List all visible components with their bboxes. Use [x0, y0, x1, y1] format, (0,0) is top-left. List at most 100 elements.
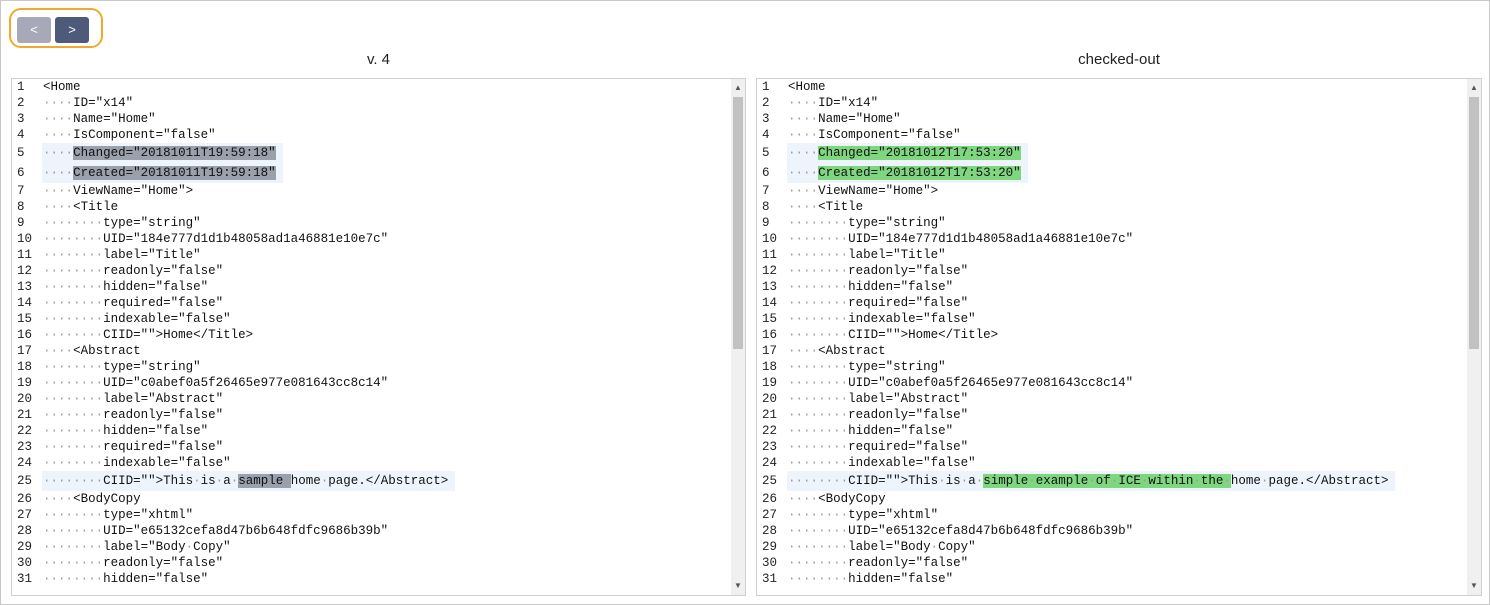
- left-code-area[interactable]: 1 <Home 2 ····ID="x14" 3 ····Name="Home" 4 ····…: [12, 79, 731, 595]
- line-number: 7: [17, 184, 25, 198]
- line-text: ········CIID="">Home</Title>: [43, 328, 254, 342]
- code-line: 16 ········CIID="">Home</Title>: [12, 327, 731, 343]
- line-text: ····<Title: [43, 200, 119, 214]
- code-line: 20 ········label="Abstract": [757, 391, 1467, 407]
- line-text: ····<Title: [788, 200, 864, 214]
- line-text: ········readonly="false": [43, 264, 224, 278]
- line-text: ········CIID="">This·is·a·sample·home·pa…: [43, 471, 448, 491]
- line-text: ········hidden="false": [43, 424, 209, 438]
- code-line: 13 ········hidden="false": [12, 279, 731, 295]
- diff-text: home·page.</Abstract>: [290, 474, 449, 488]
- right-code-area[interactable]: 1 <Home 2 ····ID="x14" 3 ····Name="Home" 4 ····…: [757, 79, 1467, 595]
- previous-version-button[interactable]: <: [17, 17, 51, 43]
- line-number: 18: [17, 360, 33, 374]
- code-line: 29 ········label="Body·Copy": [757, 539, 1467, 555]
- code-line: 15 ········indexable="false": [757, 311, 1467, 327]
- code-line: 18 ········type="string": [757, 359, 1467, 375]
- diff-highlight: simple·example·of·ICE·within·the·: [983, 474, 1231, 488]
- line-number: 8: [17, 200, 25, 214]
- right-scrollbar[interactable]: ▲ ▼: [1467, 79, 1481, 595]
- left-pane-title: v. 4: [366, 51, 391, 68]
- code-line: 27 ········type="xhtml": [757, 507, 1467, 523]
- line-text: ········readonly="false": [788, 556, 969, 570]
- code-line: 8 ····<Title: [757, 199, 1467, 215]
- line-text: ····Created="20181012T17:53:20": [788, 163, 1021, 183]
- code-line: 3 ····Name="Home": [757, 111, 1467, 127]
- code-line: 31 ········hidden="false": [757, 571, 1467, 587]
- line-text: ········label="Abstract": [43, 392, 224, 406]
- code-line: 7 ····ViewName="Home">: [12, 183, 731, 199]
- line-text: ········indexable="false": [43, 456, 231, 470]
- line-number: 1: [762, 80, 770, 94]
- code-line: 29 ········label="Body·Copy": [12, 539, 731, 555]
- line-number: 22: [17, 424, 33, 438]
- line-text: ····<Abstract: [788, 344, 886, 358]
- code-line: 24 ········indexable="false": [757, 455, 1467, 471]
- next-version-button[interactable]: >: [55, 17, 89, 43]
- scroll-down-icon[interactable]: ▼: [731, 579, 745, 593]
- scroll-down-icon[interactable]: ▼: [1467, 579, 1481, 593]
- line-text: ········label="Body·Copy": [43, 540, 231, 554]
- line-text: ····Created="20181011T19:59:18": [43, 163, 276, 183]
- right-pane-title: checked-out: [1078, 51, 1160, 68]
- scroll-up-icon[interactable]: ▲: [1467, 81, 1481, 95]
- code-line: 14 ········required="false": [757, 295, 1467, 311]
- code-line: 17 ····<Abstract: [12, 343, 731, 359]
- line-number: 30: [17, 556, 33, 570]
- code-line: 23 ········required="false": [757, 439, 1467, 455]
- line-text: ········required="false": [43, 440, 224, 454]
- code-line: 20 ········label="Abstract": [12, 391, 731, 407]
- line-text: ········CIID="">This·is·a·simple·example…: [788, 471, 1388, 491]
- line-number: 28: [17, 524, 33, 538]
- changed-line: 25 ········CIID="">This·is·a·simple·examp…: [757, 471, 1467, 491]
- line-number: 23: [762, 440, 778, 454]
- line-number: 20: [762, 392, 778, 406]
- line-number: 18: [762, 360, 778, 374]
- line-number: 11: [762, 248, 778, 262]
- diff-text: ····: [788, 166, 819, 180]
- right-scroll-thumb[interactable]: [1469, 97, 1479, 349]
- left-scrollbar[interactable]: ▲ ▼: [731, 79, 745, 595]
- code-line: 2 ····ID="x14": [12, 95, 731, 111]
- scroll-up-icon[interactable]: ▲: [731, 81, 745, 95]
- code-line: 22 ········hidden="false": [12, 423, 731, 439]
- line-number: 22: [762, 424, 778, 438]
- line-number: 19: [762, 376, 778, 390]
- line-number: 16: [17, 328, 33, 342]
- code-line: 16 ········CIID="">Home</Title>: [757, 327, 1467, 343]
- code-line: 21 ········readonly="false": [12, 407, 731, 423]
- line-text: ········label="Abstract": [788, 392, 969, 406]
- diff-text: ········CIID="">This·is·a·: [43, 474, 239, 488]
- line-number: 20: [17, 392, 33, 406]
- line-text: ········hidden="false": [788, 280, 954, 294]
- code-line: 10 ········UID="184e777d1d1b48058ad1a4688…: [757, 231, 1467, 247]
- line-text: ········UID="e65132cefa8d47b6b648fdfc968…: [43, 524, 389, 538]
- code-line: 26 ····<BodyCopy: [757, 491, 1467, 507]
- code-line: 18 ········type="string": [12, 359, 731, 375]
- left-scroll-thumb[interactable]: [733, 97, 743, 349]
- code-line: 21 ········readonly="false": [757, 407, 1467, 423]
- line-number: 5: [762, 146, 770, 160]
- line-number: 30: [762, 556, 778, 570]
- line-number: 15: [762, 312, 778, 326]
- line-text: ········CIID="">Home</Title>: [788, 328, 999, 342]
- line-number: 19: [17, 376, 33, 390]
- code-line: 3 ····Name="Home": [12, 111, 731, 127]
- line-number: 2: [762, 96, 770, 110]
- line-text: ········type="string": [43, 216, 201, 230]
- line-number: 12: [17, 264, 33, 278]
- line-number: 21: [762, 408, 778, 422]
- line-text: ····Changed="20181012T17:53:20": [788, 143, 1021, 163]
- right-diff-pane[interactable]: 1 <Home 2 ····ID="x14" 3 ····Name="Home" 4 ····…: [756, 78, 1482, 596]
- line-text: ········type="string": [43, 360, 201, 374]
- line-text: ········required="false": [788, 296, 969, 310]
- line-text: ········label="Title": [788, 248, 946, 262]
- line-text: ········required="false": [43, 296, 224, 310]
- line-number: 21: [17, 408, 33, 422]
- diff-text: ····: [788, 146, 819, 160]
- code-line: 30 ········readonly="false": [757, 555, 1467, 571]
- line-number: 27: [762, 508, 778, 522]
- left-diff-pane[interactable]: 1 <Home 2 ····ID="x14" 3 ····Name="Home" 4 ····…: [11, 78, 746, 596]
- line-text: ········UID="184e777d1d1b48058ad1a46881e…: [43, 232, 389, 246]
- line-text: ········type="xhtml": [788, 508, 939, 522]
